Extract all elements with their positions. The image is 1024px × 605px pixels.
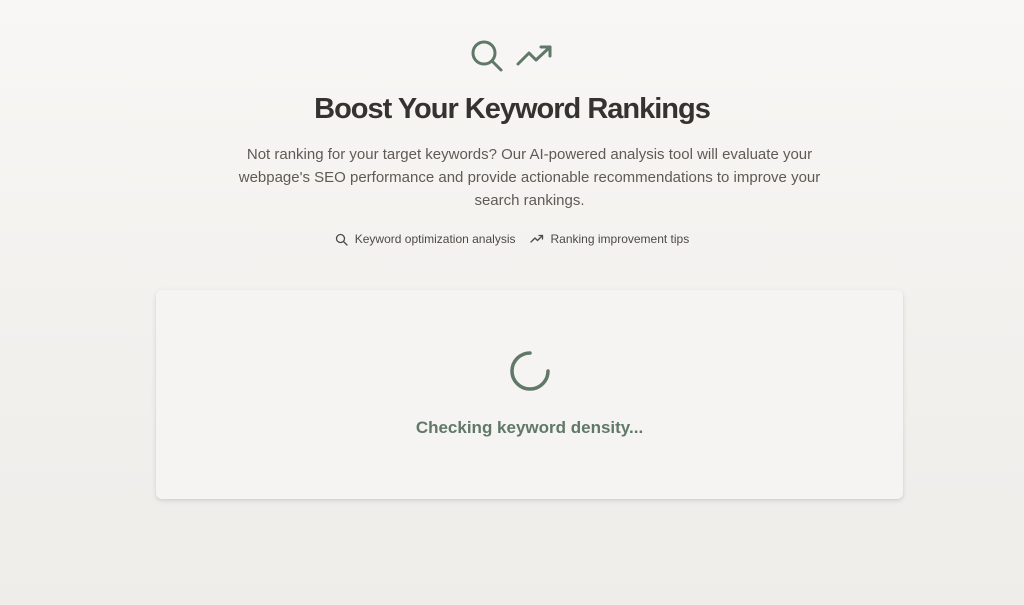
spinner-icon	[508, 349, 552, 393]
feature-item-ranking-tips: Ranking improvement tips	[529, 232, 690, 246]
search-icon	[469, 38, 505, 74]
feature-item-keyword-analysis: Keyword optimization analysis	[335, 232, 516, 246]
page-description: Not ranking for your target keywords? Ou…	[238, 146, 821, 209]
feature-label: Ranking improvement tips	[550, 232, 690, 246]
trending-up-icon	[515, 42, 555, 70]
trending-up-icon	[529, 234, 544, 244]
page-title: Boost Your Keyword Rankings	[314, 93, 711, 125]
feature-list: Keyword optimization analysis Ranking im…	[0, 232, 1024, 246]
loading-card: Checking keyword density...	[156, 290, 903, 499]
loading-status-text: Checking keyword density...	[415, 418, 644, 437]
hero-icons	[0, 36, 1024, 76]
search-icon	[335, 233, 348, 246]
feature-label: Keyword optimization analysis	[354, 232, 516, 246]
